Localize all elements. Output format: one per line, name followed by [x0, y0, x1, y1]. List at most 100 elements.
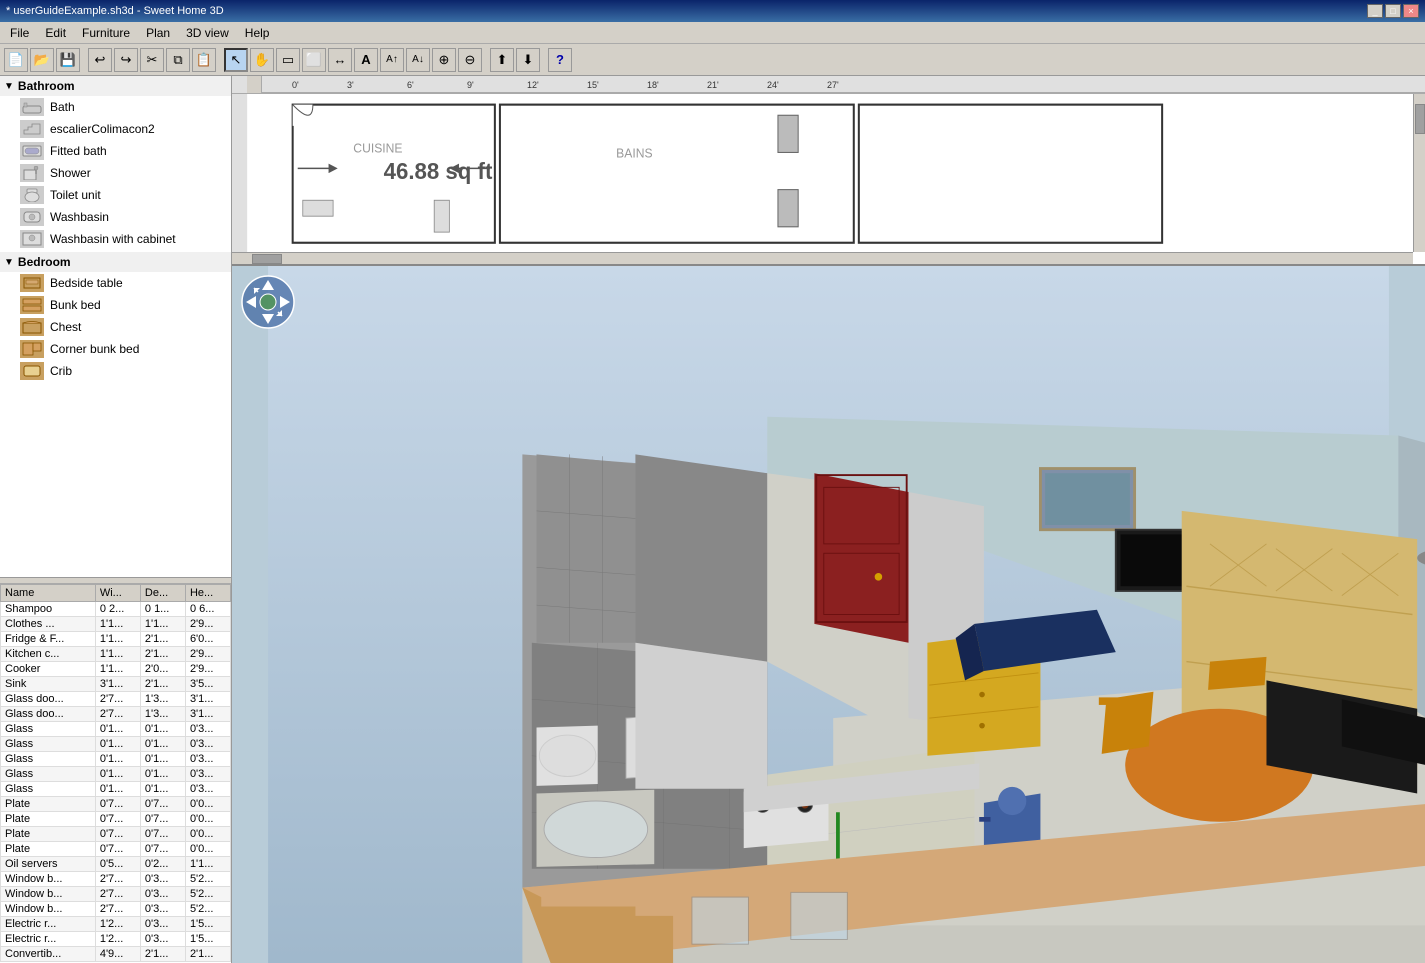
col-header-depth[interactable]: De...: [140, 585, 185, 602]
item-bedside-table[interactable]: Bedside table: [0, 272, 231, 294]
item-toilet[interactable]: Toilet unit: [0, 184, 231, 206]
item-washbasin-cabinet[interactable]: Washbasin with cabinet: [0, 228, 231, 250]
ruler-mark-21: 21': [707, 80, 719, 90]
item-washbasin[interactable]: Washbasin: [0, 206, 231, 228]
item-chest[interactable]: Chest: [0, 316, 231, 338]
redo-button[interactable]: ↪: [114, 48, 138, 72]
menu-3dview[interactable]: 3D view: [180, 24, 235, 42]
table-row[interactable]: Electric r...1'2...0'3...1'5...: [1, 932, 231, 947]
increase-text-tool[interactable]: A↑: [380, 48, 404, 72]
paste-button[interactable]: 📋: [192, 48, 216, 72]
menu-edit[interactable]: Edit: [39, 24, 72, 42]
cell-depth: 0'7...: [140, 812, 185, 827]
table-row[interactable]: Window b...2'7...0'3...5'2...: [1, 887, 231, 902]
item-corner-bunk-bed[interactable]: Corner bunk bed: [0, 338, 231, 360]
table-row[interactable]: Glass0'1...0'1...0'3...: [1, 752, 231, 767]
export-button[interactable]: ⬇: [516, 48, 540, 72]
create-room-tool[interactable]: ⬜: [302, 48, 326, 72]
item-crib[interactable]: Crib: [0, 360, 231, 382]
plan-canvas[interactable]: CUISINE 46.88 sq ft BAINS: [232, 94, 1425, 264]
window-controls[interactable]: _ □ ×: [1367, 4, 1419, 18]
zoom-out-icon[interactable]: ⊖: [458, 48, 482, 72]
cell-depth: 0'1...: [140, 722, 185, 737]
menubar: File Edit Furniture Plan 3D view Help: [0, 22, 1425, 44]
col-header-height[interactable]: He...: [185, 585, 230, 602]
category-bedroom[interactable]: ▼ Bedroom: [0, 252, 231, 272]
cut-button[interactable]: ✂: [140, 48, 164, 72]
item-crib-label: Crib: [50, 364, 72, 378]
cell-height: 0'3...: [185, 782, 230, 797]
select-tool[interactable]: ↖: [224, 48, 248, 72]
import-button[interactable]: ⬆: [490, 48, 514, 72]
col-header-width[interactable]: Wi...: [95, 585, 140, 602]
maximize-button[interactable]: □: [1385, 4, 1401, 18]
pan-tool[interactable]: ✋: [250, 48, 274, 72]
open-button[interactable]: 📂: [30, 48, 54, 72]
table-row[interactable]: Plate0'7...0'7...0'0...: [1, 797, 231, 812]
floor-plan[interactable]: 0' 3' 6' 9' 12' 15' 18' 21' 24' 27': [232, 76, 1425, 266]
navigation-control[interactable]: [240, 274, 296, 330]
table-row[interactable]: Kitchen c...1'1...2'1...2'9...: [1, 647, 231, 662]
table-row[interactable]: Glass doo...2'7...1'3...3'1...: [1, 692, 231, 707]
table-row[interactable]: Glass0'1...0'1...0'3...: [1, 737, 231, 752]
item-fitted-bath[interactable]: Fitted bath: [0, 140, 231, 162]
item-shower[interactable]: Shower: [0, 162, 231, 184]
save-button[interactable]: 💾: [56, 48, 80, 72]
table-body: Shampoo0 2...0 1...0 6...Clothes ...1'1.…: [1, 602, 231, 962]
decrease-text-tool[interactable]: A↓: [406, 48, 430, 72]
vscroll-thumb-plan[interactable]: [1415, 104, 1425, 134]
table-row[interactable]: Plate0'7...0'7...0'0...: [1, 827, 231, 842]
bath-icon: [20, 98, 44, 116]
shower-icon: [20, 164, 44, 182]
table-row[interactable]: Oil servers0'5...0'2...1'1...: [1, 857, 231, 872]
ruler-mark-15: 15': [587, 80, 599, 90]
table-row[interactable]: Cooker1'1...2'0...2'9...: [1, 662, 231, 677]
new-button[interactable]: 📄: [4, 48, 28, 72]
minimize-button[interactable]: _: [1367, 4, 1383, 18]
table-row[interactable]: Shampoo0 2...0 1...0 6...: [1, 602, 231, 617]
help-button[interactable]: ?: [548, 48, 572, 72]
copy-button[interactable]: ⧉: [166, 48, 190, 72]
item-bedside-table-label: Bedside table: [50, 276, 123, 290]
hscroll-thumb[interactable]: [252, 254, 282, 264]
table-row[interactable]: Convertib...4'9...2'1...2'1...: [1, 947, 231, 962]
item-toilet-label: Toilet unit: [50, 188, 101, 202]
table-row[interactable]: Plate0'7...0'7...0'0...: [1, 842, 231, 857]
cell-height: 0'0...: [185, 842, 230, 857]
ruler-top: 0' 3' 6' 9' 12' 15' 18' 21' 24' 27': [232, 76, 1425, 94]
item-bath[interactable]: Bath: [0, 96, 231, 118]
table-row[interactable]: Glass doo...2'7...1'3...3'1...: [1, 707, 231, 722]
undo-button[interactable]: ↩: [88, 48, 112, 72]
table-row[interactable]: Glass0'1...0'1...0'3...: [1, 782, 231, 797]
item-escalier[interactable]: escalierColimacon2: [0, 118, 231, 140]
menu-plan[interactable]: Plan: [140, 24, 176, 42]
cell-width: 1'1...: [95, 632, 140, 647]
table-row[interactable]: Glass0'1...0'1...0'3...: [1, 767, 231, 782]
table-row[interactable]: Window b...2'7...0'3...5'2...: [1, 872, 231, 887]
cell-height: 1'5...: [185, 917, 230, 932]
category-bathroom[interactable]: ▼ Bathroom: [0, 76, 231, 96]
item-bunk-bed[interactable]: Bunk bed: [0, 294, 231, 316]
cell-height: 2'1...: [185, 947, 230, 962]
zoom-in-icon[interactable]: ⊕: [432, 48, 456, 72]
3d-view[interactable]: SOFTPEDIA: [232, 266, 1425, 963]
table-row[interactable]: Glass0'1...0'1...0'3...: [1, 722, 231, 737]
create-wall-tool[interactable]: ▭: [276, 48, 300, 72]
table-row[interactable]: Plate0'7...0'7...0'0...: [1, 812, 231, 827]
menu-help[interactable]: Help: [239, 24, 276, 42]
col-header-name[interactable]: Name: [1, 585, 96, 602]
furniture-tree[interactable]: ▼ Bathroom Bath escalierColimacon2 Fitt: [0, 76, 231, 577]
furniture-properties-table[interactable]: Name Wi... De... He... Shampoo0 2...0 1.…: [0, 583, 231, 963]
close-button[interactable]: ×: [1403, 4, 1419, 18]
cell-name: Glass: [1, 737, 96, 752]
cell-depth: 0'7...: [140, 827, 185, 842]
create-dimension-tool[interactable]: ↔: [328, 48, 352, 72]
table-row[interactable]: Window b...2'7...0'3...5'2...: [1, 902, 231, 917]
create-text-tool[interactable]: A: [354, 48, 378, 72]
table-row[interactable]: Sink3'1...2'1...3'5...: [1, 677, 231, 692]
table-row[interactable]: Clothes ...1'1...1'1...2'9...: [1, 617, 231, 632]
table-row[interactable]: Electric r...1'2...0'3...1'5...: [1, 917, 231, 932]
table-row[interactable]: Fridge & F...1'1...2'1...6'0...: [1, 632, 231, 647]
menu-furniture[interactable]: Furniture: [76, 24, 136, 42]
menu-file[interactable]: File: [4, 24, 35, 42]
